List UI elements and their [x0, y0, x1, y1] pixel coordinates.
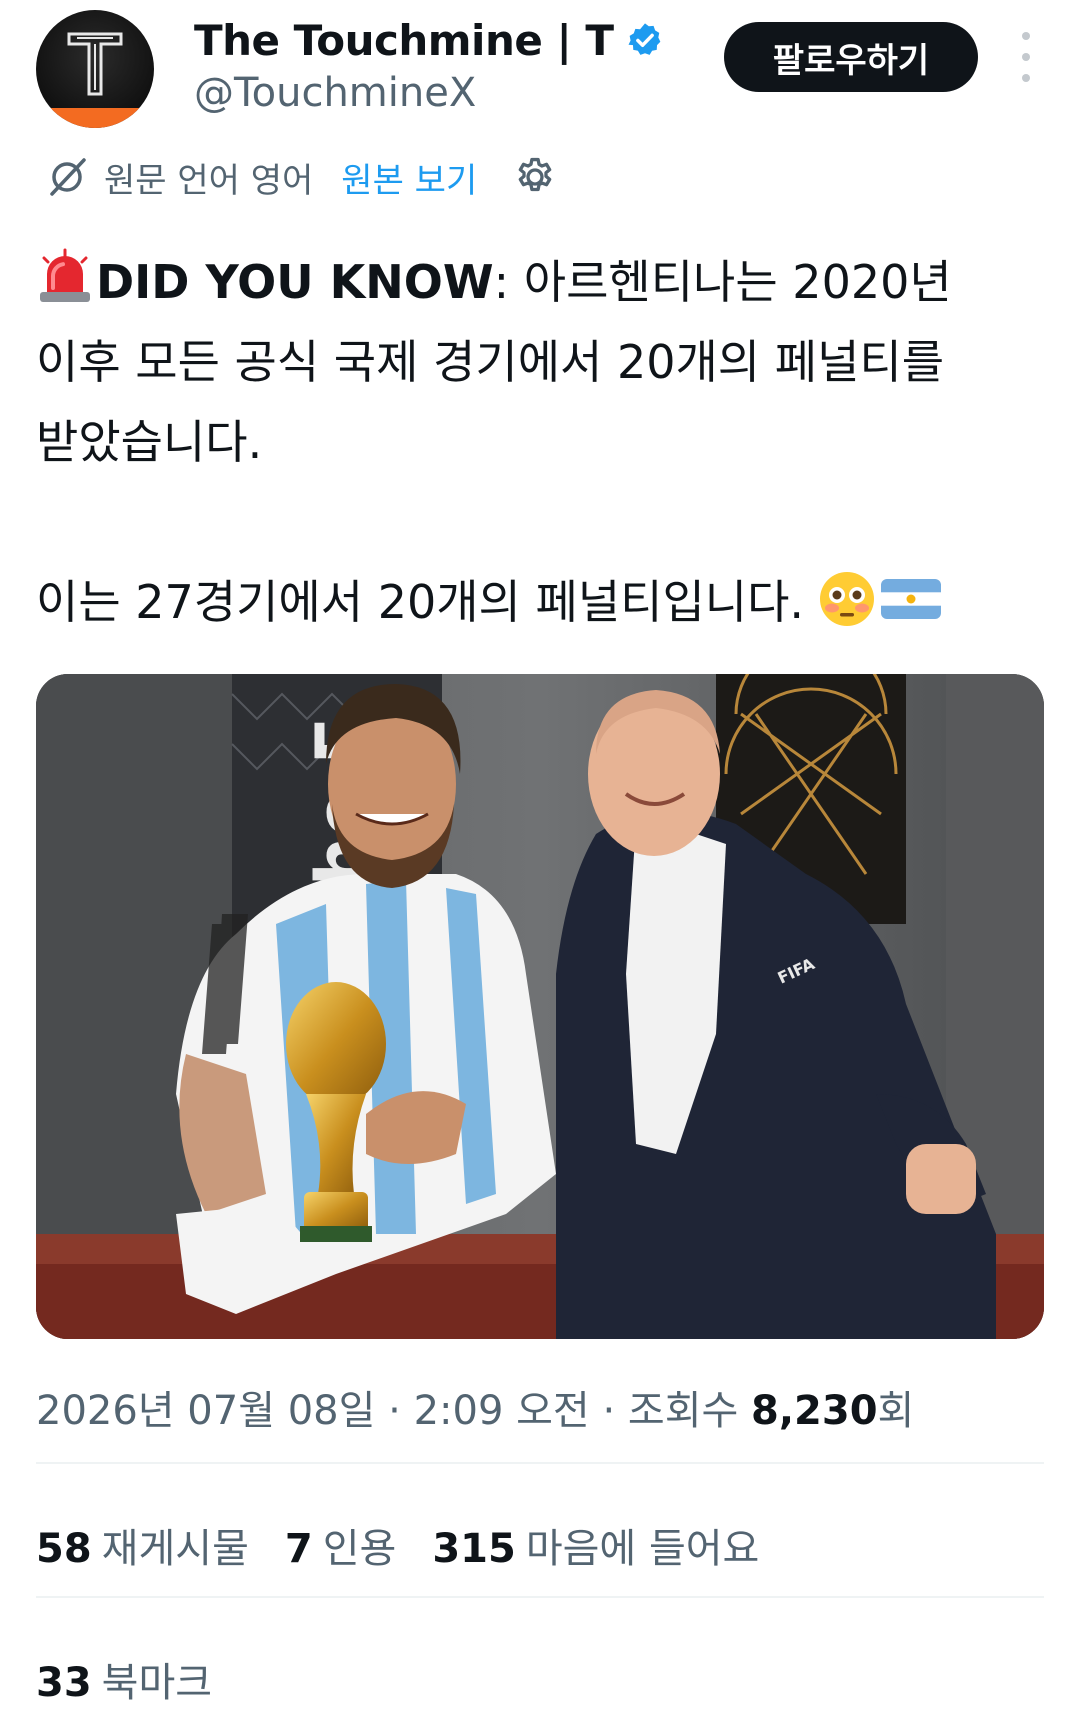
view-original-link[interactable]: 원본 보기	[341, 153, 477, 202]
photo-illustration: The F FIFA	[36, 674, 1044, 1339]
quotes-stat[interactable]: 7 인용	[285, 1516, 396, 1574]
verified-badge-icon	[628, 23, 660, 55]
tweet-date[interactable]: 2026년 07월 08일	[36, 1388, 375, 1434]
tweet-line-3: 받았습니다.	[36, 415, 263, 469]
meta-separator: ·	[375, 1388, 414, 1434]
tweet-line-1-text: : 아르헨티나는 2020년	[493, 255, 952, 309]
touchmine-logo-icon	[67, 32, 123, 96]
gear-icon[interactable]	[513, 155, 557, 199]
author-display-name[interactable]: The Touchmine | T	[194, 16, 614, 65]
likes-count: 315	[432, 1526, 516, 1572]
views-label: 조회수	[627, 1388, 752, 1434]
tweet-body: DID YOU KNOW: 아르헨티나는 2020년 이후 모든 공식 국제 경…	[36, 242, 1046, 642]
tweet-meta: 2026년 07월 08일 · 2:09 오전 · 조회수 8,230회	[36, 1378, 914, 1436]
more-dot	[1022, 53, 1030, 61]
argentina-flag-icon	[881, 579, 942, 619]
tweet-line-4: 이는 27경기에서 20개의 페널티입니다.	[36, 562, 1046, 642]
follow-button[interactable]: 팔로우하기	[724, 22, 978, 92]
reposts-label: 재게시물	[101, 1526, 249, 1572]
tweet-line-4-text: 이는 27경기에서 20개의 페널티입니다.	[36, 575, 805, 629]
tweet-line-1: DID YOU KNOW: 아르헨티나는 2020년	[36, 242, 1046, 322]
divider	[36, 1596, 1044, 1598]
bookmarks-stat[interactable]: 33 북마크	[36, 1650, 212, 1708]
translate-slash-icon	[50, 158, 86, 196]
author-handle[interactable]: @TouchmineX	[194, 70, 476, 116]
author-name-row[interactable]: The Touchmine | T	[194, 14, 664, 66]
more-dot	[1022, 32, 1030, 40]
siren-icon	[40, 248, 90, 302]
translation-bar: 원문 언어 영어 원본 보기	[44, 150, 557, 204]
views-suffix: 회	[877, 1388, 915, 1434]
reposts-count: 58	[36, 1526, 92, 1572]
meta-separator: ·	[589, 1388, 628, 1434]
avatar[interactable]	[36, 10, 154, 128]
original-language-label: 원문 언어 영어	[104, 160, 314, 201]
tweet-time[interactable]: 2:09 오전	[414, 1388, 590, 1434]
bookmarks-label: 북마크	[101, 1660, 213, 1706]
tweet-header: The Touchmine | T @TouchmineX 팔로우하기	[0, 0, 1080, 140]
more-vertical-icon[interactable]	[1008, 32, 1044, 82]
more-dot	[1022, 74, 1030, 82]
avatar-band	[36, 108, 154, 128]
bookmarks-count: 33	[36, 1660, 92, 1706]
quotes-count: 7	[284, 1526, 313, 1572]
reposts-stat[interactable]: 58 재게시물	[36, 1516, 249, 1574]
quotes-label: 인용	[322, 1526, 397, 1572]
tweet-lead: DID YOU KNOW	[96, 255, 494, 309]
views-count: 8,230	[751, 1388, 878, 1434]
flushed-face-icon	[820, 572, 875, 626]
tweet-media-photo[interactable]: The F FIFA	[36, 674, 1044, 1339]
likes-label: 마음에 들어요	[525, 1526, 760, 1572]
divider	[36, 1462, 1044, 1464]
engagement-stats: 58 재게시물 7 인용 315 마음에 들어요	[36, 1516, 795, 1574]
likes-stat[interactable]: 315 마음에 들어요	[432, 1516, 759, 1574]
tweet-line-2: 이후 모든 공식 국제 경기에서 20개의 페널티를	[36, 335, 945, 389]
